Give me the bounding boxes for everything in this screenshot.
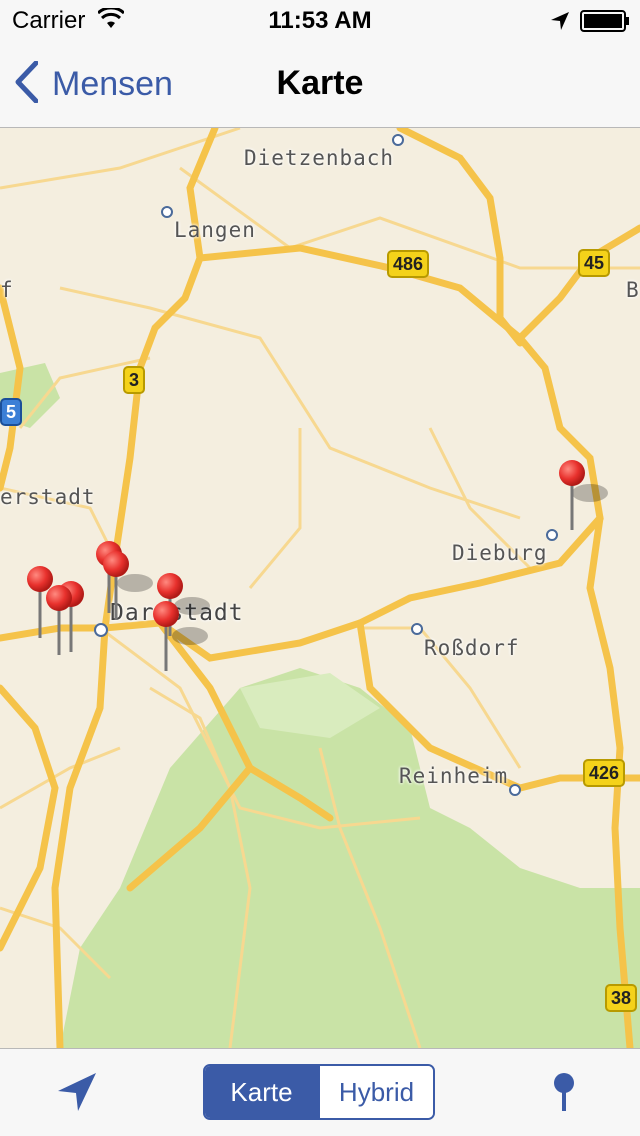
- location-arrow-icon[interactable]: [54, 1069, 100, 1120]
- map-type-segmented-control: Karte Hybrid: [203, 1064, 435, 1120]
- status-time: 11:53 AM: [268, 7, 372, 34]
- route-shield: 45: [578, 249, 611, 277]
- place-label: Langen: [174, 218, 256, 242]
- page-title: Karte: [276, 64, 364, 102]
- route-shield: 3: [123, 366, 146, 394]
- place-label: Darmstadt: [110, 600, 244, 626]
- segment-karte[interactable]: Karte: [205, 1066, 318, 1118]
- place-label: B: [626, 278, 640, 302]
- map-pin-icon[interactable]: [548, 1071, 580, 1120]
- place-label: f: [0, 278, 14, 302]
- location-arrow-icon: [549, 10, 571, 37]
- segment-hybrid[interactable]: Hybrid: [318, 1066, 433, 1118]
- map-canvas: [0, 128, 640, 1048]
- navigation-bar: Mensen Karte: [0, 40, 640, 128]
- place-label: erstadt: [0, 485, 96, 509]
- place-label: Reinheim: [399, 764, 509, 788]
- status-bar: Carrier 11:53 AM: [0, 0, 640, 40]
- place-label: Roßdorf: [424, 636, 520, 660]
- bottom-toolbar: Karte Hybrid: [0, 1048, 640, 1136]
- route-shield: 426: [583, 759, 626, 787]
- map-view[interactable]: Dietzenbach Langen Dieburg Darmstadt Roß…: [0, 128, 640, 1048]
- route-shield: 486: [387, 250, 430, 278]
- place-label: Dietzenbach: [244, 146, 395, 170]
- battery-icon: [580, 10, 630, 37]
- route-shield: 38: [605, 984, 638, 1012]
- route-shield: 5: [0, 398, 23, 426]
- place-label: Dieburg: [452, 541, 548, 565]
